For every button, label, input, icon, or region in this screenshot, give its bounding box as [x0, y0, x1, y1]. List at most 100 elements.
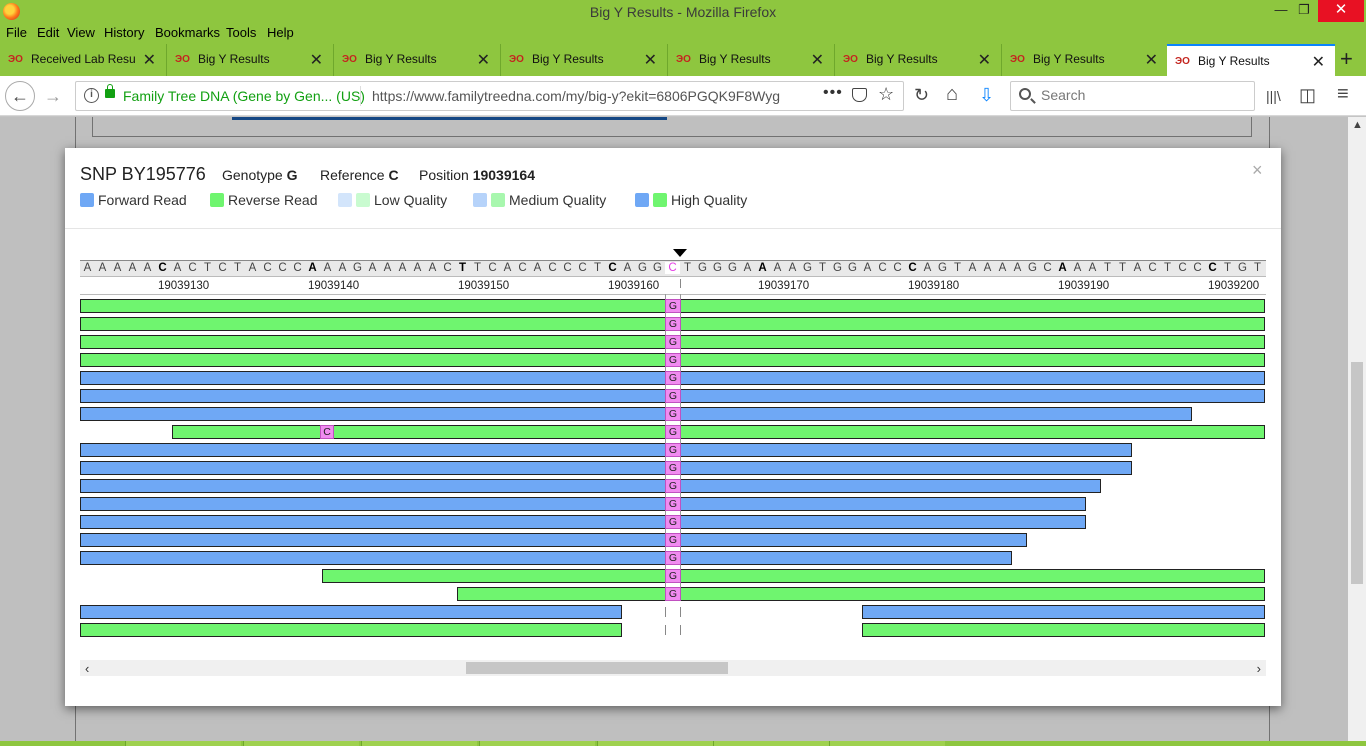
- reference-base: G: [803, 262, 812, 274]
- close-tab-icon[interactable]: ✕: [477, 50, 490, 70]
- page-actions-icon[interactable]: •••: [823, 84, 843, 102]
- reference-base: T: [1163, 262, 1172, 274]
- reference-base: A: [413, 262, 422, 274]
- close-tab-icon[interactable]: ✕: [1145, 50, 1158, 70]
- forward-read[interactable]: [80, 533, 1027, 547]
- home-icon[interactable]: ⌂: [946, 84, 958, 104]
- info-icon[interactable]: i: [84, 88, 99, 103]
- menu-file[interactable]: File: [6, 25, 27, 40]
- tab-2[interactable]: ЭО Big Y Results ✕: [167, 44, 334, 76]
- scroll-left-icon[interactable]: ‹: [85, 661, 89, 676]
- app-menu-icon[interactable]: ≡: [1337, 84, 1349, 104]
- menu-bookmarks[interactable]: Bookmarks: [155, 25, 220, 40]
- reference-base: A: [173, 262, 182, 274]
- reference-field: Reference C: [320, 167, 399, 183]
- reference-base: T: [593, 262, 602, 274]
- scrollbar-thumb[interactable]: [1351, 362, 1363, 584]
- tab-7[interactable]: ЭО Big Y Results ✕: [1002, 44, 1169, 76]
- position-value: 19039164: [472, 167, 535, 183]
- genotype-call: G: [665, 479, 681, 493]
- reference-base: T: [683, 262, 692, 274]
- tab-4[interactable]: ЭО Big Y Results ✕: [501, 44, 668, 76]
- site-identity[interactable]: Family Tree DNA (Gene by Gen... (US): [123, 88, 365, 104]
- forward-read[interactable]: [80, 443, 1132, 457]
- reference-base: A: [428, 262, 437, 274]
- ftdna-favicon-icon: ЭО: [175, 54, 190, 65]
- reference-base: A: [248, 262, 257, 274]
- snp-position-tick: [680, 279, 681, 288]
- scrollbar-thumb[interactable]: [466, 662, 728, 674]
- lock-icon: [105, 84, 115, 98]
- url-text[interactable]: https://www.familytreedna.com/my/big-y?e…: [372, 88, 792, 104]
- menu-help[interactable]: Help: [267, 25, 294, 40]
- back-button[interactable]: ←: [5, 81, 35, 111]
- forward-read[interactable]: [80, 407, 1192, 421]
- reference-base: A: [773, 262, 782, 274]
- sidebar-icon[interactable]: ◫: [1299, 85, 1316, 105]
- restore-button[interactable]: ❐: [1289, 0, 1319, 22]
- reference-base: C: [563, 262, 572, 274]
- forward-read[interactable]: [80, 515, 1086, 529]
- reverse-read[interactable]: [457, 587, 1265, 601]
- genotype-call: G: [665, 569, 681, 583]
- viewer-horizontal-scrollbar[interactable]: ‹ ›: [80, 660, 1266, 676]
- reverse-read[interactable]: [322, 569, 1265, 583]
- reference-base: C: [188, 262, 197, 274]
- forward-read[interactable]: [80, 479, 1101, 493]
- scroll-up-icon[interactable]: ▲: [1352, 119, 1363, 131]
- scroll-right-icon[interactable]: ›: [1257, 661, 1261, 676]
- tab-3[interactable]: ЭО Big Y Results ✕: [334, 44, 501, 76]
- position-label: 19039170: [758, 280, 810, 292]
- reference-base: A: [533, 262, 542, 274]
- position-label: Position: [419, 167, 469, 183]
- forward-read[interactable]: [80, 461, 1132, 475]
- forward-read[interactable]: [862, 605, 1265, 619]
- menu-history[interactable]: History: [104, 25, 144, 40]
- reference-base: C: [158, 262, 167, 274]
- reference-base: A: [398, 262, 407, 274]
- close-tab-icon[interactable]: ✕: [143, 50, 156, 70]
- tab-5[interactable]: ЭО Big Y Results ✕: [668, 44, 835, 76]
- forward-read[interactable]: [80, 497, 1086, 511]
- new-tab-button[interactable]: +: [1340, 46, 1353, 72]
- reference-base: G: [353, 262, 362, 274]
- title-bar: Big Y Results - Mozilla Firefox — ❐ ✕: [0, 0, 1366, 24]
- position-label: 19039160: [608, 280, 660, 292]
- download-icon[interactable]: ⇩: [979, 85, 994, 105]
- close-tab-icon[interactable]: ✕: [978, 50, 991, 70]
- reference-base: A: [1133, 262, 1142, 274]
- pocket-icon[interactable]: [852, 88, 867, 102]
- reference-base: A: [503, 262, 512, 274]
- close-modal-button[interactable]: ×: [1252, 160, 1263, 181]
- genotype-call: G: [665, 335, 681, 349]
- reverse-read[interactable]: [80, 623, 622, 637]
- forward-button[interactable]: →: [44, 86, 62, 106]
- reverse-read[interactable]: [172, 425, 1265, 439]
- tab-8[interactable]: ЭО Big Y Results ✕: [1167, 44, 1335, 76]
- reference-base: A: [323, 262, 332, 274]
- menu-edit[interactable]: Edit: [37, 25, 59, 40]
- close-tab-icon[interactable]: ✕: [644, 50, 657, 70]
- search-box[interactable]: [1010, 81, 1255, 111]
- reverse-read[interactable]: [862, 623, 1265, 637]
- read-alignment-viewer[interactable]: AAAAACACTCTACCCAAAGAAAAACTTCACACCCTCAGGC…: [80, 246, 1266, 638]
- close-window-button[interactable]: ✕: [1318, 0, 1364, 22]
- bookmark-star-icon[interactable]: ☆: [878, 84, 894, 105]
- reload-icon[interactable]: ↻: [914, 85, 929, 105]
- menu-view[interactable]: View: [67, 25, 95, 40]
- search-input[interactable]: [1041, 87, 1241, 103]
- reference-base: A: [308, 262, 317, 274]
- genotype-call: G: [665, 389, 681, 403]
- forward-read[interactable]: [80, 605, 622, 619]
- close-tab-icon[interactable]: ✕: [1312, 52, 1325, 72]
- tab-1[interactable]: ЭО Received Lab Results ✕: [0, 44, 167, 76]
- menu-tools[interactable]: Tools: [226, 25, 256, 40]
- page-vertical-scrollbar[interactable]: ▲: [1348, 117, 1366, 741]
- ftdna-favicon-icon: ЭО: [1010, 54, 1025, 65]
- library-icon[interactable]: |||\: [1266, 86, 1281, 106]
- forward-read[interactable]: [80, 551, 1012, 565]
- url-bar[interactable]: i Family Tree DNA (Gene by Gen... (US) h…: [75, 81, 904, 111]
- close-tab-icon[interactable]: ✕: [310, 50, 323, 70]
- close-tab-icon[interactable]: ✕: [811, 50, 824, 70]
- tab-6[interactable]: ЭО Big Y Results ✕: [835, 44, 1002, 76]
